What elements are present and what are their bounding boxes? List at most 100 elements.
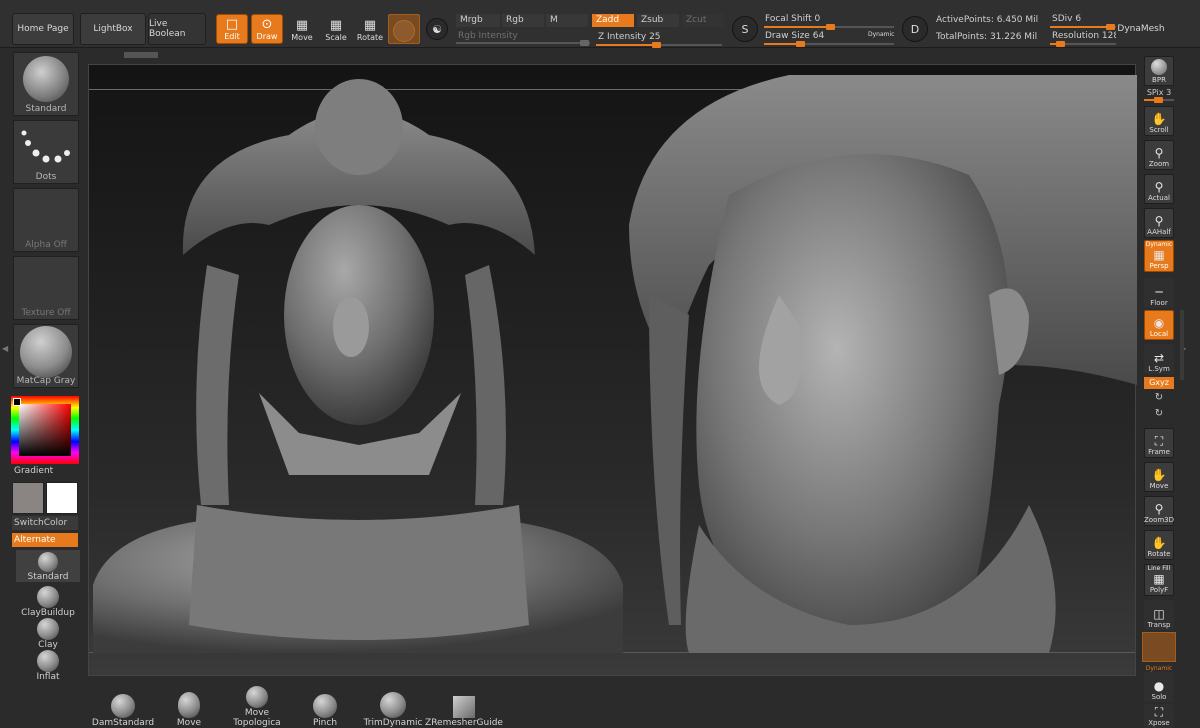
solo-button[interactable]: ● Solo: [1144, 672, 1174, 702]
inflat-brush-icon: [37, 650, 59, 672]
material-swatch-button[interactable]: [388, 14, 420, 44]
spix-knob[interactable]: [1154, 97, 1163, 103]
local-button[interactable]: ◉ Local: [1144, 310, 1174, 340]
zadd-button[interactable]: Zadd: [592, 14, 634, 27]
xyz-toggle[interactable]: Gxyz: [1144, 377, 1174, 389]
main-color-swatch[interactable]: [12, 482, 44, 514]
lazy-mouse-icon[interactable]: S: [732, 16, 758, 42]
clay-brush-icon: [37, 618, 59, 640]
actual-button[interactable]: ⚲ Actual: [1144, 174, 1174, 204]
transp-button[interactable]: ◫ Transp: [1144, 600, 1174, 630]
dynamesh-button[interactable]: DynaMesh: [1116, 18, 1166, 40]
color-picker-square[interactable]: [19, 404, 71, 456]
rotate-tool-button[interactable]: ▦ Rotate: [354, 14, 386, 44]
bottom-brush-damstandard[interactable]: DamStandard: [90, 686, 156, 728]
brush-shelf-item-claybuildup[interactable]: ClayBuildup: [18, 586, 78, 618]
perspective-grid-icon: ▦: [1153, 248, 1165, 262]
aahalf-button[interactable]: ⚲ AAHalf: [1144, 208, 1174, 238]
rgb-intensity-knob[interactable]: [580, 40, 589, 46]
right-scrollbar[interactable]: [1180, 310, 1184, 380]
xpose-button[interactable]: ⛶ Xpose: [1144, 704, 1174, 728]
rgb-button[interactable]: Rgb: [502, 14, 544, 27]
color-picker-hue-ring[interactable]: [11, 396, 79, 464]
scale-icon: ▦: [329, 18, 343, 33]
solo-dynamic-label: Dynamic: [1145, 665, 1173, 672]
dots-icon[interactable]: D: [902, 16, 928, 42]
polyf-button[interactable]: Line Fill ▦ PolyF: [1144, 564, 1174, 596]
bottom-brush-move-topological[interactable]: Move Topologica: [224, 686, 290, 728]
draw-tool-button[interactable]: ⊙ Draw: [251, 14, 283, 44]
home-page-button[interactable]: Home Page: [12, 13, 74, 45]
secondary-color-swatch[interactable]: [46, 482, 78, 514]
standard-brush-icon: [23, 56, 69, 102]
texture-slot[interactable]: Texture Off: [13, 256, 79, 320]
move-brush-icon: [178, 692, 200, 718]
bottom-brush-move[interactable]: Move: [156, 686, 222, 728]
ghost-button[interactable]: [1142, 632, 1176, 662]
switch-color-button[interactable]: SwitchColor: [12, 516, 78, 530]
zremesherguide-brush-icon: [453, 696, 475, 718]
stroke-slot[interactable]: Dots: [13, 120, 79, 184]
total-points-readout: TotalPoints: 31.226 Mil: [936, 32, 1038, 42]
edit-icon: □: [225, 17, 239, 32]
brush-shelf-item-standard[interactable]: Standard: [16, 550, 80, 582]
rotate-y-icon[interactable]: ↻: [1142, 392, 1176, 403]
lsym-button[interactable]: ⇄ L.Sym: [1144, 344, 1174, 374]
resolution-slider[interactable]: [1050, 41, 1116, 47]
bottom-brush-zremesherguide[interactable]: ZRemesherGuide: [425, 686, 503, 728]
sdiv-slider[interactable]: [1050, 24, 1116, 30]
brush-shelf-item-clay[interactable]: Clay: [18, 618, 78, 650]
z-intensity-slider[interactable]: [596, 42, 722, 48]
zoom3d-button[interactable]: ⚲ Zoom3D: [1144, 496, 1174, 526]
zsub-button[interactable]: Zsub: [637, 14, 679, 27]
bottom-brush-pinch[interactable]: Pinch: [292, 686, 358, 728]
dynamic-size-toggle[interactable]: Dynamic: [868, 31, 894, 38]
draw-size-slider[interactable]: [764, 41, 894, 47]
rgb-intensity-slider[interactable]: [456, 40, 590, 46]
claybuildup-brush-icon: [37, 586, 59, 608]
damstandard-brush-icon: [111, 694, 135, 718]
brush-shelf-item-inflat[interactable]: Inflat: [18, 650, 78, 682]
polyframe-icon: ▦: [1153, 572, 1165, 586]
move-tool-button[interactable]: ▦ Move: [286, 14, 318, 44]
alternate-button[interactable]: Alternate: [12, 533, 78, 547]
left-shelf: Standard Dots Alpha Off Texture Off MatC…: [0, 48, 86, 728]
floor-button[interactable]: ─ Floor: [1144, 278, 1174, 308]
edit-tool-button[interactable]: □ Edit: [216, 14, 248, 44]
rotate-view-button[interactable]: ✋ Rotate: [1144, 530, 1174, 560]
brush-slot[interactable]: Standard: [13, 52, 79, 116]
lightbox-button[interactable]: LightBox: [80, 13, 146, 45]
material-slot[interactable]: MatCap Gray: [13, 324, 79, 388]
zoom-button[interactable]: ⚲ Zoom: [1144, 140, 1174, 170]
left-collapse-arrow-icon[interactable]: ◀: [2, 344, 8, 358]
bottom-brush-trimdynamic[interactable]: TrimDynamic: [360, 686, 426, 728]
persp-button[interactable]: Dynamic ▦ Persp: [1144, 240, 1174, 272]
z-intensity-knob[interactable]: [652, 42, 661, 48]
mrgb-button[interactable]: Mrgb: [456, 14, 500, 27]
rotate-icon: ▦: [363, 18, 377, 33]
sdiv-knob[interactable]: [1106, 24, 1115, 30]
local-symmetry-icon: ◉: [1153, 316, 1165, 330]
gradient-label: Gradient: [14, 466, 54, 476]
focal-shift-knob[interactable]: [826, 24, 835, 30]
resolution-knob[interactable]: [1056, 41, 1065, 47]
draw-size-knob[interactable]: [796, 41, 805, 47]
rotate-z-icon[interactable]: ↻: [1142, 408, 1176, 419]
color-toggle-icon[interactable]: ☯: [426, 18, 448, 40]
draw-size-label: Draw Size 64: [765, 31, 825, 41]
draw-icon: ⊙: [261, 17, 273, 32]
live-boolean-button[interactable]: Live Boolean: [148, 13, 206, 45]
xpose-icon: ⛶: [1154, 705, 1164, 719]
alpha-slot[interactable]: Alpha Off: [13, 188, 79, 252]
move-view-button[interactable]: ✋ Move: [1144, 462, 1174, 492]
m-button[interactable]: M: [546, 14, 588, 27]
scale-tool-button[interactable]: ▦ Scale: [320, 14, 352, 44]
top-scroll-handle[interactable]: [124, 52, 158, 58]
frame-button[interactable]: ⛶ Frame: [1144, 428, 1174, 458]
bpr-button[interactable]: BPR: [1144, 56, 1174, 86]
scroll-button[interactable]: ✋ Scroll: [1144, 106, 1174, 136]
viewport-canvas[interactable]: [88, 64, 1137, 676]
focal-shift-slider[interactable]: [764, 24, 894, 30]
zcut-button[interactable]: Zcut: [682, 14, 724, 27]
spix-slider[interactable]: [1144, 97, 1174, 103]
